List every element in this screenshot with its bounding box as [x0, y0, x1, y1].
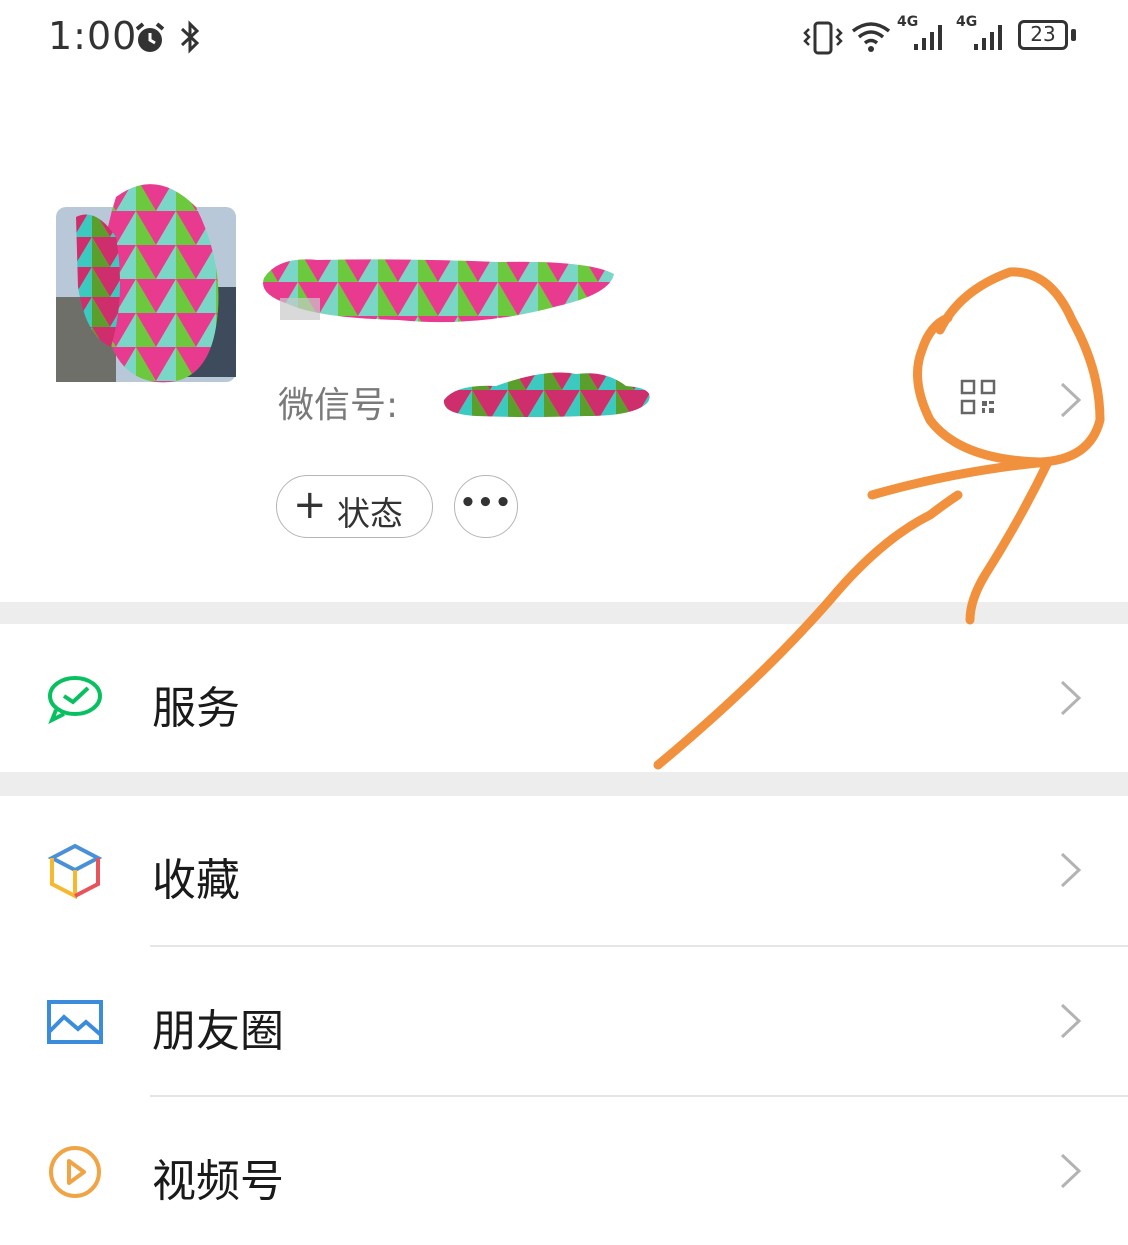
section-separator — [0, 772, 1128, 796]
section-separator — [0, 602, 1128, 624]
menu-item-label: 服务 — [152, 683, 240, 734]
wifi-icon — [851, 22, 891, 52]
favorites-cube-icon — [47, 843, 103, 900]
status-button-label: 状态 — [337, 494, 403, 533]
service-icon — [48, 676, 102, 724]
battery-level: 23 — [1030, 22, 1056, 46]
menu-item-moments[interactable]: 朋友圈 — [0, 947, 1128, 1095]
channels-play-icon — [49, 1146, 101, 1198]
more-options-button[interactable]: ••• — [454, 475, 518, 538]
redacted-wechat-id — [443, 372, 650, 417]
moments-image-icon — [47, 1000, 103, 1044]
redacted-nickname — [263, 259, 614, 323]
chevron-right-icon — [1060, 1003, 1082, 1039]
avatar[interactable] — [56, 177, 236, 427]
menu-item-favorites[interactable]: 收藏 — [0, 796, 1128, 944]
status-bar: 1:00 4G 4G 23 — [0, 0, 1128, 78]
wechat-id-label: 微信号: — [278, 385, 399, 426]
battery-icon: 23 — [1018, 20, 1078, 52]
more-dots-icon: ••• — [459, 488, 513, 518]
chevron-right-icon — [1060, 852, 1082, 888]
status-time: 1:00 — [48, 14, 138, 58]
signal-4g-icon — [914, 25, 942, 50]
menu-item-label: 收藏 — [152, 855, 240, 906]
menu-item-label: 视频号 — [152, 1156, 284, 1207]
chevron-right-icon — [1060, 1153, 1082, 1189]
chevron-right-icon — [1060, 680, 1082, 716]
menu-item-label: 朋友圈 — [152, 1006, 284, 1057]
add-status-button[interactable]: + 状态 — [276, 475, 433, 538]
menu-item-services[interactable]: 服务 — [0, 624, 1128, 772]
vibrate-icon — [803, 21, 843, 55]
qr-code-icon[interactable] — [960, 379, 996, 415]
bluetooth-icon — [180, 20, 200, 54]
profile-chevron-right-icon[interactable] — [1058, 380, 1084, 420]
plus-icon: + — [293, 482, 327, 528]
signal-4g-icon — [974, 25, 1002, 50]
alarm-icon — [135, 22, 165, 52]
